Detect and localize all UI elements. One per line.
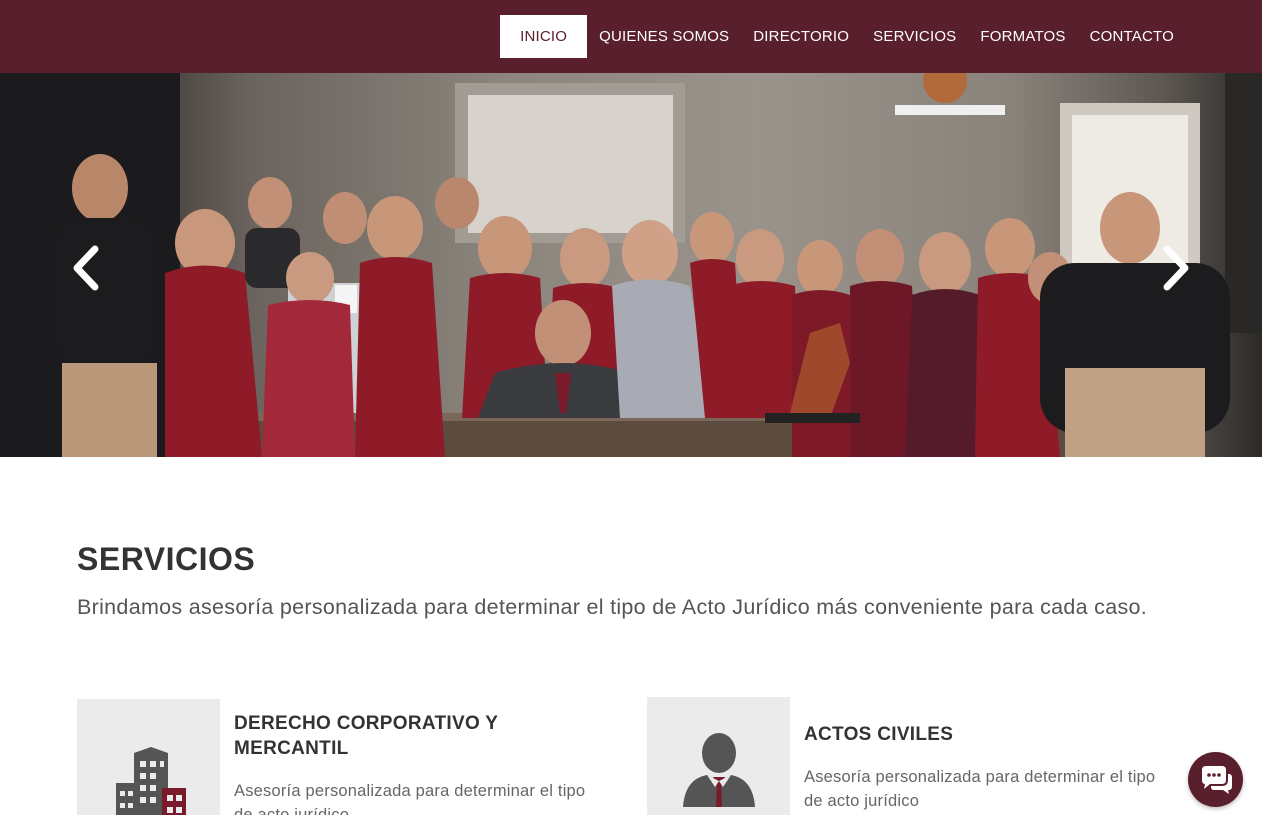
carousel-prev-button[interactable]	[66, 243, 106, 293]
nav-item-inicio[interactable]: INICIO	[500, 15, 588, 58]
services-subtitle: Brindamos asesoría personalizada para de…	[77, 595, 1148, 619]
nav-item-quienes-somos[interactable]: QUIENES SOMOS	[587, 15, 741, 58]
chat-button[interactable]	[1188, 752, 1243, 807]
carousel-next-button[interactable]	[1156, 243, 1196, 293]
nav-item-formatos[interactable]: FORMATOS	[968, 15, 1077, 58]
nav-item-servicios[interactable]: SERVICIOS	[861, 15, 968, 58]
person-icon	[682, 733, 755, 807]
chevron-left-icon	[73, 245, 99, 291]
main-nav: INICIO QUIENES SOMOS DIRECTORIO SERVICIO…	[500, 15, 1186, 58]
service-description: Asesoría personalizada para determinar e…	[804, 768, 1156, 810]
top-navbar: INICIO QUIENES SOMOS DIRECTORIO SERVICIO…	[0, 0, 1262, 73]
service-card-corporativo[interactable]: DERECHO CORPORATIVO Y MERCANTIL Asesoría…	[77, 699, 597, 815]
building-icon	[115, 747, 186, 815]
service-description: Asesoría personalizada para determinar e…	[234, 782, 586, 815]
nav-item-contacto[interactable]: CONTACTO	[1078, 15, 1186, 58]
services-title: SERVICIOS	[77, 541, 256, 577]
service-title: DERECHO CORPORATIVO Y MERCANTIL	[234, 713, 498, 759]
hero-team-photo	[0, 73, 1262, 457]
service-title: ACTOS CIVILES	[804, 724, 954, 745]
service-thumbnail	[77, 699, 220, 815]
nav-item-directorio[interactable]: DIRECTORIO	[741, 15, 861, 58]
hero-carousel	[0, 73, 1262, 457]
service-thumbnail	[647, 697, 790, 815]
service-card-actos-civiles[interactable]: ACTOS CIVILES Asesoría personalizada par…	[647, 697, 1167, 815]
chevron-right-icon	[1163, 245, 1189, 291]
chat-icon	[1201, 765, 1232, 794]
